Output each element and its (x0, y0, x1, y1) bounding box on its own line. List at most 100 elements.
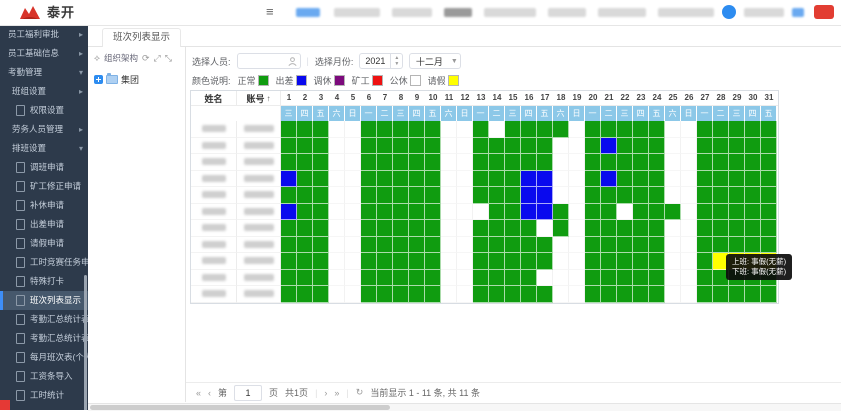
schedule-cell[interactable] (601, 154, 617, 171)
schedule-cell[interactable] (425, 121, 441, 138)
year-spinner[interactable]: 2021 ▲ ▼ (359, 53, 403, 69)
schedule-cell[interactable] (713, 121, 729, 138)
schedule-cell[interactable] (489, 286, 505, 303)
schedule-cell[interactable] (505, 237, 521, 254)
schedule-cell[interactable] (345, 286, 361, 303)
schedule-cell[interactable] (601, 138, 617, 155)
schedule-cell[interactable] (409, 138, 425, 155)
schedule-cell[interactable] (665, 187, 681, 204)
schedule-cell[interactable] (537, 286, 553, 303)
schedule-cell[interactable] (393, 237, 409, 254)
schedule-cell[interactable] (489, 187, 505, 204)
schedule-cell[interactable] (569, 154, 585, 171)
schedule-cell[interactable] (761, 204, 777, 221)
schedule-cell[interactable] (361, 237, 377, 254)
schedule-cell[interactable] (393, 121, 409, 138)
schedule-cell[interactable] (761, 171, 777, 188)
schedule-cell[interactable] (425, 204, 441, 221)
schedule-cell[interactable] (569, 253, 585, 270)
schedule-cell[interactable] (585, 121, 601, 138)
sidebar-item[interactable]: 排班设置▾ (0, 139, 88, 158)
schedule-cell[interactable] (441, 204, 457, 221)
schedule-cell[interactable] (281, 270, 297, 287)
schedule-cell[interactable] (601, 270, 617, 287)
schedule-cell[interactable] (361, 204, 377, 221)
schedule-cell[interactable] (697, 187, 713, 204)
schedule-cell[interactable] (665, 237, 681, 254)
schedule-cell[interactable] (441, 121, 457, 138)
hamburger-icon[interactable]: ≡ (266, 4, 280, 20)
next-page-button[interactable]: › (324, 388, 327, 398)
schedule-cell[interactable] (505, 253, 521, 270)
schedule-cell[interactable] (585, 270, 601, 287)
schedule-cell[interactable] (665, 154, 681, 171)
schedule-cell[interactable] (665, 121, 681, 138)
schedule-cell[interactable] (281, 237, 297, 254)
schedule-cell[interactable] (393, 286, 409, 303)
schedule-cell[interactable] (697, 237, 713, 254)
schedule-cell[interactable] (649, 121, 665, 138)
schedule-cell[interactable] (377, 121, 393, 138)
schedule-cell[interactable] (457, 138, 473, 155)
schedule-cell[interactable] (569, 121, 585, 138)
sidebar-item[interactable]: 劳务人员管理▸ (0, 120, 88, 139)
schedule-cell[interactable] (505, 121, 521, 138)
schedule-cell[interactable] (633, 253, 649, 270)
collapse-all-icon[interactable]: ⤡ (165, 54, 172, 63)
schedule-cell[interactable] (553, 138, 569, 155)
schedule-cell[interactable] (329, 237, 345, 254)
tab-shift-list[interactable]: 班次列表显示 (102, 28, 181, 47)
schedule-cell[interactable] (665, 204, 681, 221)
sidebar-item[interactable]: 工时竞赛任务申请 (0, 253, 88, 272)
schedule-cell[interactable] (681, 138, 697, 155)
schedule-cell[interactable] (345, 270, 361, 287)
schedule-cell[interactable] (393, 171, 409, 188)
user-avatar[interactable] (722, 5, 736, 19)
schedule-cell[interactable] (457, 237, 473, 254)
schedule-cell[interactable] (297, 171, 313, 188)
sidebar-item[interactable]: 权限设置 (0, 101, 88, 120)
schedule-cell[interactable] (505, 138, 521, 155)
schedule-cell[interactable] (393, 154, 409, 171)
schedule-cell[interactable] (553, 154, 569, 171)
schedule-cell[interactable] (393, 138, 409, 155)
schedule-cell[interactable] (729, 171, 745, 188)
schedule-cell[interactable] (537, 171, 553, 188)
schedule-cell[interactable] (681, 121, 697, 138)
schedule-cell[interactable] (553, 171, 569, 188)
schedule-cell[interactable] (345, 154, 361, 171)
schedule-cell[interactable] (441, 154, 457, 171)
schedule-cell[interactable] (457, 286, 473, 303)
expand-node-icon[interactable] (94, 75, 103, 84)
schedule-cell[interactable] (457, 220, 473, 237)
schedule-cell[interactable] (297, 187, 313, 204)
spin-down-icon[interactable]: ▼ (394, 61, 399, 67)
schedule-cell[interactable] (697, 171, 713, 188)
schedule-cell[interactable] (745, 286, 761, 303)
schedule-cell[interactable] (361, 286, 377, 303)
schedule-cell[interactable] (697, 154, 713, 171)
schedule-cell[interactable] (617, 138, 633, 155)
schedule-cell[interactable] (617, 270, 633, 287)
schedule-cell[interactable] (537, 204, 553, 221)
schedule-cell[interactable] (489, 121, 505, 138)
schedule-cell[interactable] (505, 220, 521, 237)
schedule-cell[interactable] (313, 237, 329, 254)
schedule-cell[interactable] (473, 154, 489, 171)
schedule-cell[interactable] (729, 286, 745, 303)
schedule-cell[interactable] (601, 220, 617, 237)
schedule-cell[interactable] (281, 154, 297, 171)
schedule-cell[interactable] (329, 204, 345, 221)
schedule-cell[interactable] (521, 237, 537, 254)
schedule-cell[interactable] (361, 154, 377, 171)
schedule-cell[interactable] (633, 286, 649, 303)
schedule-cell[interactable] (457, 154, 473, 171)
refresh-icon[interactable]: ⟳ (142, 54, 150, 63)
schedule-cell[interactable] (297, 220, 313, 237)
schedule-cell[interactable] (633, 237, 649, 254)
schedule-cell[interactable] (713, 237, 729, 254)
schedule-cell[interactable] (713, 187, 729, 204)
schedule-cell[interactable] (585, 187, 601, 204)
schedule-cell[interactable] (553, 204, 569, 221)
schedule-cell[interactable] (409, 171, 425, 188)
